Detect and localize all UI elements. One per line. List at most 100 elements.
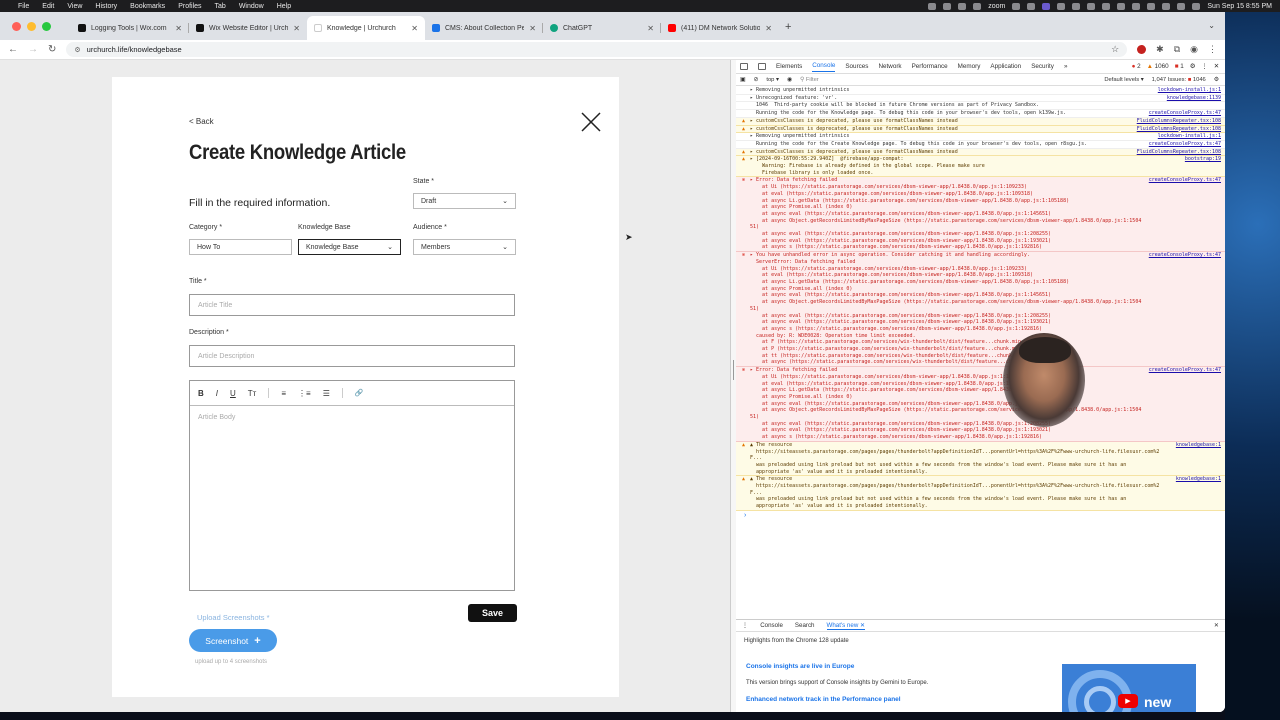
save-button[interactable]: Save bbox=[468, 604, 517, 622]
console-message[interactable]: ⊗ ▸ Error: Data fetching failed at Ui (ht… bbox=[736, 177, 1225, 253]
console-source-link[interactable]: createConsoleProxy.ts:47 bbox=[1149, 367, 1221, 441]
console-source-link[interactable]: bootstrap:19 bbox=[1185, 156, 1221, 176]
wifi-icon[interactable] bbox=[1162, 2, 1171, 10]
console-message[interactable]: ▲ ▸ customCssClasses is deprecated, pleas… bbox=[736, 148, 1225, 157]
status-icon[interactable] bbox=[1087, 2, 1096, 10]
error-count-badge[interactable]: ● 2 bbox=[1132, 63, 1141, 70]
text-size-button[interactable]: Tт bbox=[248, 389, 257, 398]
console-source-link[interactable]: knowledgebase:1139 bbox=[1167, 95, 1221, 102]
align-button[interactable]: ≡ bbox=[281, 389, 286, 398]
close-window-button[interactable] bbox=[12, 21, 21, 31]
console-source-link[interactable]: lockdown-install.js:1 bbox=[1158, 133, 1221, 140]
context-selector[interactable]: top ▾ bbox=[766, 77, 779, 83]
link-icon[interactable]: 🔗 bbox=[355, 389, 364, 397]
screenshot-upload-button[interactable]: Screenshot + bbox=[189, 629, 277, 652]
issues-counter[interactable]: 1,047 Issues: ■ 1046 bbox=[1152, 77, 1206, 83]
knowledge-base-dropdown[interactable]: Knowledge Base ⌄ bbox=[298, 239, 401, 255]
console-source-link[interactable]: FluidColumnsRepeater.tsx:108 bbox=[1137, 118, 1221, 125]
console-source-link[interactable]: FluidColumnsRepeater.tsx:108 bbox=[1137, 149, 1221, 156]
close-tab-icon[interactable]: ✕ bbox=[175, 24, 182, 33]
close-tab-icon[interactable]: ✕ bbox=[411, 24, 418, 33]
drawer-tab-console[interactable]: Console bbox=[760, 622, 783, 629]
browser-tab[interactable]: (411) DM Network Solutions ✕ bbox=[661, 16, 779, 40]
inspect-element-icon[interactable] bbox=[740, 63, 748, 70]
zoom-window-button[interactable] bbox=[42, 21, 51, 31]
devtools-tab-performance[interactable]: Performance bbox=[912, 63, 948, 70]
console-message[interactable]: Running the code for the Create Knowledg… bbox=[736, 141, 1225, 149]
document-icon[interactable] bbox=[973, 2, 982, 10]
console-source-link[interactable]: createConsoleProxy.ts:47 bbox=[1149, 110, 1221, 117]
extension-icon[interactable]: ✱ bbox=[1156, 44, 1164, 55]
whats-new-video-thumbnail[interactable]: ▶ new bbox=[1062, 664, 1196, 712]
menu-bookmarks[interactable]: Bookmarks bbox=[130, 3, 165, 10]
close-drawer-icon[interactable]: ✕ bbox=[1214, 622, 1225, 629]
status-icon[interactable] bbox=[1102, 2, 1111, 10]
settings-gear-icon[interactable]: ⚙ bbox=[1190, 63, 1196, 70]
console-source-link[interactable]: createConsoleProxy.ts:47 bbox=[1149, 177, 1221, 251]
menu-view[interactable]: View bbox=[67, 3, 82, 10]
warning-count-badge[interactable]: ▲ 1060 bbox=[1147, 63, 1169, 70]
console-message[interactable]: ▲ ▲ The resource https://siteassets.paras… bbox=[736, 476, 1225, 511]
italic-button[interactable]: I bbox=[216, 389, 218, 398]
status-icon[interactable] bbox=[928, 2, 937, 10]
status-icon[interactable] bbox=[958, 2, 967, 10]
console-source-link[interactable]: knowledgebase:1 bbox=[1176, 442, 1221, 476]
control-center-icon[interactable] bbox=[1192, 2, 1201, 10]
status-icon[interactable] bbox=[1132, 2, 1141, 10]
status-icon[interactable] bbox=[943, 2, 952, 10]
clear-console-icon[interactable]: ⊘ bbox=[753, 77, 758, 83]
close-tab-icon[interactable]: ✕ bbox=[765, 24, 772, 33]
back-link[interactable]: < Back bbox=[189, 117, 214, 126]
sidebar-toggle-icon[interactable]: ▣ bbox=[740, 77, 745, 83]
audience-dropdown[interactable]: Members ⌄ bbox=[413, 239, 516, 255]
console-message[interactable]: ▲ ▸ [2024-09-16T00:55:29.940Z] @firebase/… bbox=[736, 156, 1225, 178]
extensions-puzzle-icon[interactable]: ⧉ bbox=[1174, 44, 1180, 55]
kebab-menu-icon[interactable]: ⋮ bbox=[1201, 63, 1207, 70]
bold-button[interactable]: B bbox=[198, 389, 204, 398]
reload-icon[interactable]: ↻ bbox=[48, 44, 56, 55]
menubar-clock[interactable]: Sun Sep 15 8:55 PM bbox=[1207, 3, 1272, 10]
cloud-icon[interactable] bbox=[1057, 2, 1066, 10]
console-message[interactable]: ⊗ ▸ You have unhandled error in async ope… bbox=[736, 252, 1225, 368]
menu-file[interactable]: File bbox=[18, 3, 29, 10]
console-message[interactable]: ▸ Unrecognized feature: 'vr'. knowledgeba… bbox=[736, 95, 1225, 103]
back-arrow-icon[interactable]: ← bbox=[8, 44, 18, 55]
close-tab-icon[interactable]: ✕ bbox=[529, 24, 536, 33]
menu-history[interactable]: History bbox=[95, 3, 117, 10]
devtools-tab-elements[interactable]: Elements bbox=[776, 63, 802, 70]
console-message[interactable]: ▸ Removing unpermitted intrinsics lockdow… bbox=[736, 133, 1225, 141]
browser-tab[interactable]: Wix Website Editor | Urchurch ✕ bbox=[189, 16, 307, 40]
console-source-link[interactable]: FluidColumnsRepeater.tsx:108 bbox=[1137, 126, 1221, 133]
console-settings-gear-icon[interactable]: ⚙ bbox=[1214, 77, 1219, 83]
address-bar[interactable]: ⚙ urchurch.life/knowledgebase ☆ bbox=[66, 42, 1128, 57]
screen-record-icon[interactable] bbox=[1042, 2, 1051, 10]
status-icon[interactable] bbox=[1012, 2, 1021, 10]
console-message[interactable]: ▲ ▸ customCssClasses is deprecated, pleas… bbox=[736, 125, 1225, 134]
whats-new-item-title[interactable]: Enhanced network track in the Performanc… bbox=[746, 696, 901, 703]
forward-arrow-icon[interactable]: → bbox=[28, 44, 38, 55]
status-icon[interactable] bbox=[1027, 2, 1036, 10]
site-info-icon[interactable]: ⚙ bbox=[74, 46, 80, 54]
article-body-editor[interactable]: B I U Tт ≡ ⋮≡ ☰ 🔗 Article Body bbox=[189, 380, 515, 591]
search-icon[interactable] bbox=[1177, 2, 1186, 10]
whats-new-item-title[interactable]: Console insights are live in Europe bbox=[746, 663, 854, 670]
state-dropdown[interactable]: Draft ⌄ bbox=[413, 193, 516, 209]
console-message[interactable]: ▲ ▲ The resource https://siteassets.paras… bbox=[736, 441, 1225, 477]
menu-help[interactable]: Help bbox=[277, 3, 291, 10]
console-source-link[interactable]: createConsoleProxy.ts:47 bbox=[1149, 141, 1221, 148]
info-count-badge[interactable]: ■ 1 bbox=[1175, 63, 1184, 70]
close-icon[interactable] bbox=[580, 111, 602, 133]
console-message[interactable]: ⊗ ▸ Error: Data fetching failed at Ui (ht… bbox=[736, 367, 1225, 442]
browser-tab-active[interactable]: Knowledge | Urchurch ✕ bbox=[307, 16, 425, 40]
console-message[interactable]: ▸ Removing unpermitted intrinsics lockdow… bbox=[736, 87, 1225, 95]
console-message[interactable]: ▲ ▸ customCssClasses is deprecated, pleas… bbox=[736, 117, 1225, 126]
console-message[interactable]: 1046 Third-party cookie will be blocked … bbox=[736, 102, 1225, 111]
console-prompt-input[interactable]: › bbox=[736, 511, 1225, 521]
article-title-input[interactable]: Article Title bbox=[189, 294, 515, 316]
menu-tab[interactable]: Tab bbox=[215, 3, 226, 10]
menu-edit[interactable]: Edit bbox=[42, 3, 54, 10]
console-source-link[interactable]: createConsoleProxy.ts:47 bbox=[1149, 252, 1221, 366]
status-icon[interactable] bbox=[1117, 2, 1126, 10]
underline-button[interactable]: U bbox=[230, 389, 236, 398]
numbered-list-button[interactable]: ⋮≡ bbox=[298, 389, 311, 398]
